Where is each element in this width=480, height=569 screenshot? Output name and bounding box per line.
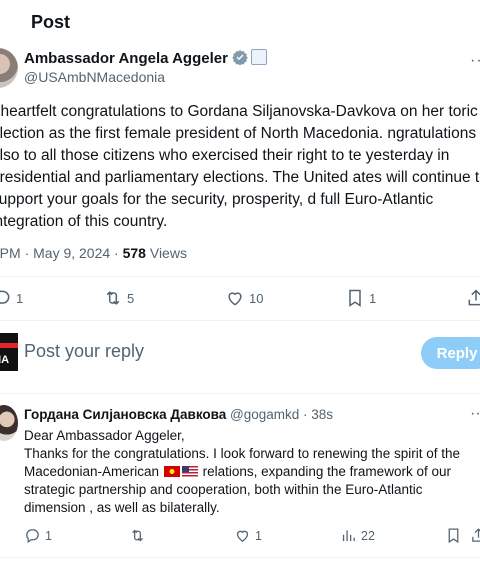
share-icon: [472, 528, 480, 542]
reply-repost-action[interactable]: [129, 527, 150, 544]
reply-icon: [26, 529, 39, 544]
repost-action[interactable]: 5: [103, 288, 134, 308]
reply-author-avatar[interactable]: [0, 405, 18, 441]
reply-views-count: 22: [361, 528, 375, 543]
repost-icon: [132, 529, 143, 542]
reply-bookmark-action[interactable]: [445, 527, 462, 544]
more-options-icon[interactable]: ···: [470, 52, 480, 70]
reply-paragraph: Thanks for the congratulations. I look f…: [24, 445, 480, 517]
government-seal-icon: [250, 49, 267, 65]
user-avatar[interactable]: MA: [0, 333, 18, 371]
bookmark-action[interactable]: 1: [345, 288, 376, 308]
avatar-stripe: [0, 343, 18, 348]
heart-icon: [236, 530, 249, 542]
reply-reply-action[interactable]: 1: [24, 527, 52, 544]
like-count: 10: [249, 290, 264, 306]
reply-like-action[interactable]: 1: [234, 527, 262, 544]
author-handle[interactable]: @USAmbNMacedonia: [24, 69, 165, 85]
bookmark-icon: [448, 528, 459, 544]
heart-icon: [228, 292, 242, 306]
reply-share-action[interactable]: [470, 527, 480, 544]
reply-input[interactable]: Post your reply: [24, 341, 144, 362]
reply-count: 1: [16, 290, 24, 306]
reply-like-count: 1: [255, 528, 262, 543]
post-text: r heartfelt congratulations to Gordana S…: [0, 103, 480, 230]
author-name-row[interactable]: Ambassador Angela Aggeler: [24, 49, 267, 69]
post-timestamp[interactable]: 3 PM · May 9, 2024 ·: [0, 245, 123, 261]
views-icon: [342, 530, 355, 542]
repost-icon: [106, 291, 120, 305]
page-title: Post: [31, 12, 71, 32]
reply-views-action[interactable]: 22: [340, 527, 375, 544]
like-action[interactable]: 10: [225, 288, 263, 308]
post-metadata: 3 PM · May 9, 2024 · 578 Views: [0, 245, 187, 261]
bookmark-icon: [349, 289, 361, 307]
reply-author-name[interactable]: Гордана Силјановска Давкова: [24, 407, 226, 422]
divider: [0, 276, 480, 277]
views-label: Views: [145, 245, 187, 261]
divider: [0, 320, 480, 321]
author-name[interactable]: Ambassador Angela Aggeler: [24, 50, 228, 67]
reply-greeting: Dear Ambassador Aggeler,: [24, 428, 185, 443]
author-avatar[interactable]: [0, 48, 18, 88]
reply-button[interactable]: Reply: [421, 337, 480, 369]
reply-icon: [0, 290, 10, 305]
divider: [0, 557, 480, 558]
more-options-icon[interactable]: ···: [470, 405, 480, 423]
macedonia-flag-icon: [163, 466, 180, 477]
repost-count: 5: [127, 290, 135, 306]
share-icon: [468, 289, 480, 306]
reply-timestamp[interactable]: · 38s: [299, 407, 333, 422]
usa-flag-icon: [181, 466, 198, 477]
reply-reply-count: 1: [45, 528, 52, 543]
reply-text: Dear Ambassador Aggeler, Thanks for the …: [24, 427, 480, 517]
avatar-text: MA: [0, 354, 10, 366]
reply-author-handle[interactable]: @gogamkd: [230, 407, 299, 422]
reply-author-row: Гордана Силјановска Давкова @gogamkd · 3…: [24, 407, 333, 422]
verified-badge-icon: [232, 49, 248, 69]
reply-action[interactable]: 1: [0, 288, 23, 308]
views-count: 578: [122, 245, 146, 261]
share-action[interactable]: [466, 288, 480, 308]
divider: [0, 393, 480, 394]
bookmark-count: 1: [369, 290, 377, 306]
